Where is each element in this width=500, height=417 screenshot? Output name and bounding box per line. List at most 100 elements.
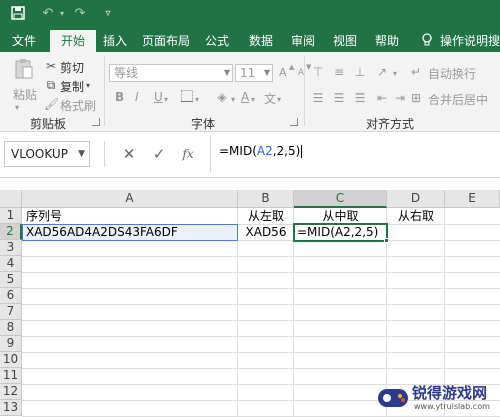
align-middle-icon[interactable]: ≡ bbox=[331, 64, 347, 80]
italic-button[interactable]: I bbox=[135, 90, 139, 104]
formula-divider bbox=[104, 141, 105, 167]
format-painter-button[interactable]: 格式刷 bbox=[60, 97, 96, 114]
column-header-e[interactable]: E bbox=[445, 190, 500, 208]
column-header-b[interactable]: B bbox=[238, 190, 294, 208]
customize-icon[interactable]: ▿ bbox=[100, 6, 116, 22]
row-header-13[interactable]: 13 bbox=[0, 400, 22, 416]
align-bottom-icon[interactable]: ⊥ bbox=[352, 64, 368, 80]
font-size-value: 11 bbox=[240, 66, 256, 80]
tell-me-search[interactable]: 操作说明搜索 bbox=[440, 30, 500, 70]
grow-font-icon: ▲ bbox=[289, 63, 295, 71]
select-all-corner[interactable] bbox=[0, 190, 22, 208]
fill-color-dropdown-icon[interactable]: ▾ bbox=[231, 92, 235, 108]
merge-center-icon[interactable]: ⊞ bbox=[408, 90, 424, 106]
tab-file[interactable]: 文件 bbox=[6, 30, 42, 52]
paste-icon[interactable] bbox=[14, 58, 34, 80]
watermark: 锐得游戏网 www.ytruislab.com bbox=[374, 380, 500, 417]
font-color-button[interactable]: A bbox=[241, 90, 249, 104]
grow-font-button[interactable]: A bbox=[279, 66, 287, 79]
row-header-3[interactable]: 3 bbox=[0, 240, 22, 256]
wrap-text-icon[interactable]: ↵ bbox=[408, 64, 424, 80]
chevron-down-icon: ▼ bbox=[263, 68, 270, 77]
copy-icon[interactable]: ⧉ bbox=[44, 77, 58, 93]
row-header-1[interactable]: 1 bbox=[0, 208, 22, 224]
row-header-2[interactable]: 2 bbox=[0, 224, 22, 240]
cell-a2[interactable]: XAD56AD4A2DS43FA6DF bbox=[26, 224, 178, 240]
align-center-icon[interactable]: ☰ bbox=[331, 90, 347, 106]
tab-view[interactable]: 视图 bbox=[330, 30, 360, 52]
align-top-icon[interactable]: ⊤ bbox=[310, 64, 326, 80]
merge-center-button[interactable]: 合并后居中 bbox=[428, 91, 488, 108]
cut-button[interactable]: 剪切 bbox=[60, 59, 84, 76]
tab-data[interactable]: 数据 bbox=[246, 30, 276, 52]
underline-dropdown-icon[interactable]: ▾ bbox=[164, 92, 168, 108]
row-header-5[interactable]: 5 bbox=[0, 272, 22, 288]
row-header-10[interactable]: 10 bbox=[0, 352, 22, 368]
tab-page-layout[interactable]: 页面布局 bbox=[141, 30, 191, 52]
group-divider bbox=[104, 56, 105, 126]
gridline bbox=[22, 320, 500, 321]
clipboard-launcher[interactable] bbox=[92, 118, 100, 126]
redo-icon[interactable]: ↷ bbox=[72, 6, 88, 22]
column-header-d[interactable]: D bbox=[387, 190, 445, 208]
borders-dropdown-icon[interactable]: ▾ bbox=[195, 92, 199, 108]
copy-button[interactable]: 复制 bbox=[60, 78, 84, 95]
gridline bbox=[22, 304, 500, 305]
enter-button[interactable]: ✓ bbox=[149, 143, 169, 165]
tab-home[interactable]: 开始 bbox=[50, 30, 96, 52]
cell-b1[interactable]: 从左取 bbox=[238, 208, 294, 224]
cell-b2[interactable]: XAD56 bbox=[238, 224, 294, 240]
cell-c2[interactable]: =MID(A2,2,5) bbox=[297, 224, 378, 240]
font-name-select[interactable]: 等线 ▼ bbox=[109, 64, 233, 82]
increase-indent-icon[interactable]: ⇥ bbox=[392, 90, 408, 106]
orientation-icon[interactable]: ↗ bbox=[374, 64, 390, 80]
row-header-9[interactable]: 9 bbox=[0, 336, 22, 352]
watermark-url: www.ytruislab.com bbox=[414, 402, 490, 411]
copy-dropdown-icon[interactable]: ▾ bbox=[86, 78, 90, 94]
align-right-icon[interactable]: ☰ bbox=[352, 90, 368, 106]
formula-input[interactable]: =MID(A2,2,5) bbox=[210, 136, 500, 172]
ribbon-home: 粘贴 ▾ ✂ 剪切 ⧉ 复制 ▾ 🖌 格式刷 剪贴板 等线 ▼ 11 ▼ A ▲… bbox=[0, 52, 500, 132]
fill-handle[interactable] bbox=[384, 238, 389, 243]
tab-review[interactable]: 审阅 bbox=[288, 30, 318, 52]
orientation-dropdown-icon[interactable]: ▾ bbox=[393, 66, 397, 82]
row-header-11[interactable]: 11 bbox=[0, 368, 22, 384]
tab-formulas[interactable]: 公式 bbox=[202, 30, 232, 52]
font-launcher[interactable] bbox=[290, 118, 298, 126]
fill-color-icon[interactable]: ◈ bbox=[215, 89, 229, 105]
align-left-icon[interactable]: ☰ bbox=[310, 90, 326, 106]
phonetic-dropdown-icon[interactable]: ▾ bbox=[277, 92, 281, 108]
font-name-value: 等线 bbox=[114, 66, 139, 80]
underline-button[interactable]: U bbox=[154, 90, 163, 104]
cancel-button[interactable]: ✕ bbox=[119, 143, 139, 165]
alignment-group-label: 对齐方式 bbox=[366, 117, 415, 131]
font-group-label: 字体 bbox=[191, 117, 216, 131]
paste-dropdown-icon[interactable]: ▾ bbox=[15, 100, 19, 116]
phonetic-button[interactable]: 文 bbox=[264, 90, 276, 107]
column-header-a[interactable]: A bbox=[22, 190, 238, 208]
font-size-select[interactable]: 11 ▼ bbox=[235, 64, 273, 82]
save-icon[interactable] bbox=[10, 6, 26, 22]
row-header-7[interactable]: 7 bbox=[0, 304, 22, 320]
cell-c1[interactable]: 从中取 bbox=[294, 208, 387, 224]
row-header-4[interactable]: 4 bbox=[0, 256, 22, 272]
row-header-12[interactable]: 12 bbox=[0, 384, 22, 400]
row-header-8[interactable]: 8 bbox=[0, 320, 22, 336]
wrap-text-button[interactable]: 自动换行 bbox=[428, 65, 476, 82]
name-box[interactable]: VLOOKUP ▼ bbox=[4, 141, 90, 167]
row-header-6[interactable]: 6 bbox=[0, 288, 22, 304]
tab-insert[interactable]: 插入 bbox=[100, 30, 130, 52]
column-header-c[interactable]: C bbox=[294, 190, 387, 208]
bold-button[interactable]: B bbox=[115, 90, 124, 104]
gridline bbox=[22, 352, 500, 353]
cut-icon[interactable]: ✂ bbox=[44, 58, 58, 74]
cell-a1[interactable]: 序列号 bbox=[26, 208, 62, 224]
cell-d1[interactable]: 从右取 bbox=[387, 208, 445, 224]
insert-function-button[interactable]: fx bbox=[178, 143, 198, 165]
undo-dropdown-icon[interactable]: ▾ bbox=[54, 6, 70, 22]
tab-help[interactable]: 帮助 bbox=[372, 30, 402, 52]
font-color-dropdown-icon[interactable]: ▾ bbox=[251, 92, 255, 108]
decrease-indent-icon[interactable]: ⇤ bbox=[374, 90, 390, 106]
borders-icon[interactable] bbox=[180, 90, 194, 106]
format-painter-icon[interactable]: 🖌 bbox=[44, 96, 59, 112]
